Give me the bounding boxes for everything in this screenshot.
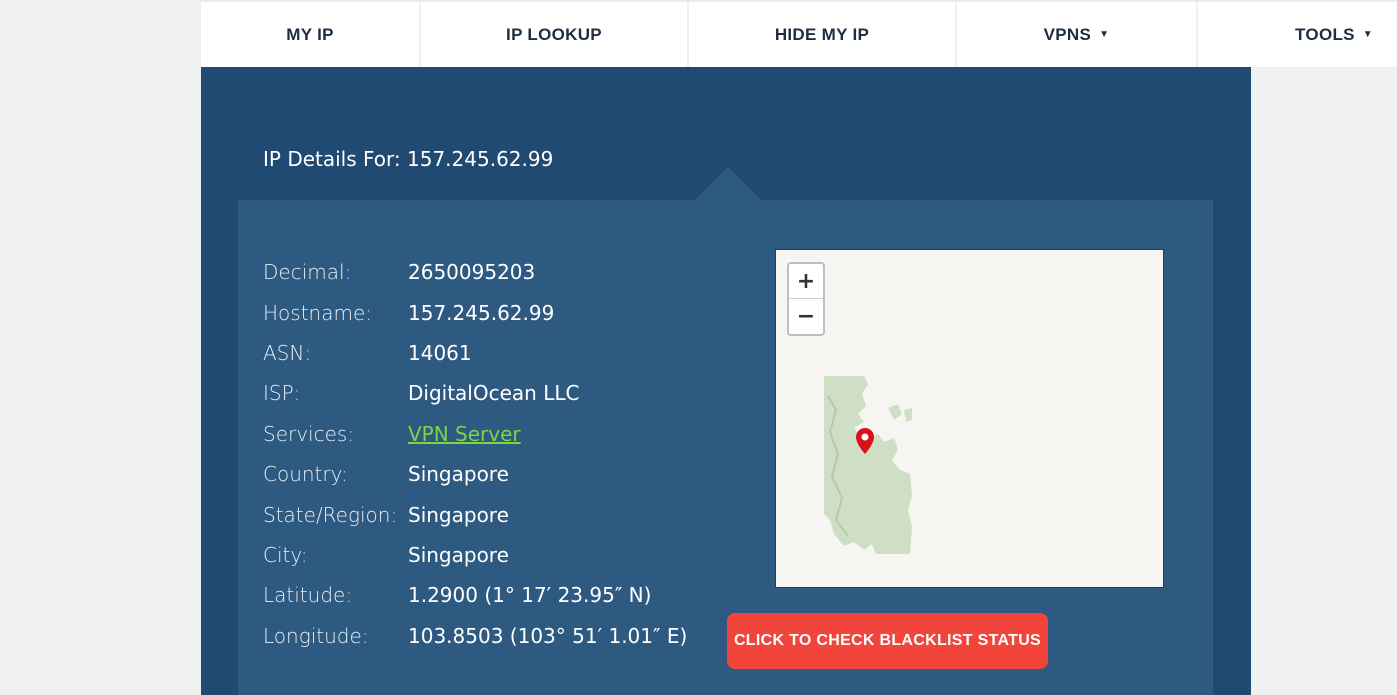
detail-value: Singapore bbox=[408, 502, 509, 527]
detail-label: State/Region: bbox=[263, 502, 398, 527]
detail-value: Singapore bbox=[408, 542, 509, 567]
details-list: Decimal: 2650095203 Hostname: 157.245.62… bbox=[263, 252, 687, 656]
detail-row-latitude: Latitude: 1.2900 (1° 17′ 23.95″ N) bbox=[263, 575, 687, 615]
nav-item-label: IP LOOKUP bbox=[506, 24, 602, 44]
nav-item-my-ip[interactable]: MY IP bbox=[201, 2, 421, 67]
detail-row-city: City: Singapore bbox=[263, 535, 687, 575]
detail-value: DigitalOcean LLC bbox=[408, 381, 580, 406]
ip-details-panel: IP Details For: 157.245.62.99 Decimal: 2… bbox=[201, 67, 1251, 695]
detail-row-state-region: State/Region: Singapore bbox=[263, 494, 687, 534]
detail-label: Services: bbox=[263, 421, 355, 446]
card-pointer bbox=[695, 167, 761, 200]
nav-item-label: HIDE MY IP bbox=[774, 24, 870, 44]
zoom-out-button[interactable]: − bbox=[789, 299, 823, 334]
nav-item-ip-lookup[interactable]: IP LOOKUP bbox=[421, 2, 689, 67]
detail-value: 14061 bbox=[408, 340, 472, 365]
map-pin-icon[interactable] bbox=[856, 428, 874, 454]
detail-row-asn: ASN: 14061 bbox=[263, 333, 687, 373]
detail-row-longitude: Longitude: 103.8503 (103° 51′ 1.01″ E) bbox=[263, 616, 687, 656]
map-land-tiles bbox=[824, 376, 912, 554]
detail-value: 157.245.62.99 bbox=[408, 300, 555, 325]
nav-item-label: VPNS bbox=[1043, 24, 1092, 44]
nav-item-label: TOOLS bbox=[1295, 24, 1355, 44]
services-link[interactable]: VPN Server bbox=[408, 422, 521, 446]
detail-row-isp: ISP: DigitalOcean LLC bbox=[263, 373, 687, 413]
details-card: Decimal: 2650095203 Hostname: 157.245.62… bbox=[238, 167, 1213, 695]
location-map[interactable]: + − bbox=[775, 249, 1164, 588]
nav-item-hide-my-ip[interactable]: HIDE MY IP bbox=[689, 2, 957, 67]
detail-value: 2650095203 bbox=[408, 260, 536, 285]
detail-row-hostname: Hostname: 157.245.62.99 bbox=[263, 292, 687, 332]
detail-label: Latitude: bbox=[263, 583, 353, 608]
nav-item-label: MY IP bbox=[286, 24, 334, 44]
detail-label: Longitude: bbox=[263, 623, 369, 648]
detail-label: ISP: bbox=[263, 381, 301, 406]
zoom-control: + − bbox=[787, 262, 825, 336]
page-title: IP Details For: 157.245.62.99 bbox=[263, 147, 554, 171]
detail-row-country: Country: Singapore bbox=[263, 454, 687, 494]
detail-value: 1.2900 (1° 17′ 23.95″ N) bbox=[408, 583, 652, 608]
detail-label: City: bbox=[263, 542, 308, 567]
detail-label: Decimal: bbox=[263, 260, 352, 285]
detail-row-decimal: Decimal: 2650095203 bbox=[263, 252, 687, 292]
top-nav: MY IP IP LOOKUP HIDE MY IP VPNS ▼ TOOLS … bbox=[201, 0, 1397, 67]
detail-row-services: Services: VPN Server bbox=[263, 414, 687, 454]
nav-item-vpns[interactable]: VPNS ▼ bbox=[957, 2, 1198, 67]
detail-value: Singapore bbox=[408, 462, 509, 487]
caret-down-icon: ▼ bbox=[1099, 29, 1110, 40]
detail-value: 103.8503 (103° 51′ 1.01″ E) bbox=[408, 623, 688, 648]
detail-label: ASN: bbox=[263, 340, 312, 365]
nav-item-tools[interactable]: TOOLS ▼ bbox=[1198, 2, 1397, 67]
zoom-in-button[interactable]: + bbox=[789, 264, 823, 299]
caret-down-icon: ▼ bbox=[1362, 29, 1373, 40]
check-blacklist-button[interactable]: CLICK TO CHECK BLACKLIST STATUS bbox=[727, 613, 1048, 669]
detail-label: Hostname: bbox=[263, 300, 372, 325]
detail-label: Country: bbox=[263, 462, 348, 487]
